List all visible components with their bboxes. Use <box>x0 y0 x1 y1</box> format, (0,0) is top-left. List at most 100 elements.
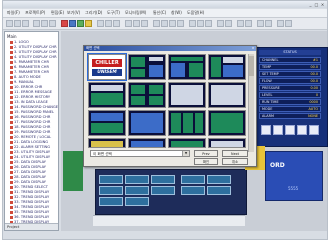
background-cell <box>125 186 149 195</box>
menu-tools[interactable]: 도구(T) <box>107 10 120 16</box>
align-left-icon[interactable] <box>125 20 132 27</box>
switch-tool-icon[interactable] <box>197 20 204 27</box>
menu-edit[interactable]: 편집(E) <box>51 10 64 16</box>
menu-icon[interactable] <box>285 125 295 135</box>
new-icon[interactable] <box>6 20 13 27</box>
chevron-down-icon[interactable]: ▼ <box>182 151 189 156</box>
menu-project[interactable]: 프로젝트(P) <box>25 10 45 16</box>
upload-icon[interactable] <box>85 20 92 27</box>
thumbnail-screen[interactable] <box>128 138 166 148</box>
stop-icon[interactable] <box>61 20 68 27</box>
maximize-button[interactable]: □ <box>314 2 319 7</box>
menu-window[interactable]: 창(W) <box>171 10 182 16</box>
close-button[interactable]: × <box>320 2 325 7</box>
thumb-block <box>195 113 203 133</box>
ungroup-icon[interactable] <box>245 20 252 27</box>
circle-tool-icon[interactable] <box>161 20 168 27</box>
thumbnail-screen[interactable] <box>128 110 166 136</box>
prev-button[interactable]: Prev <box>194 150 218 157</box>
rect-tool-icon[interactable] <box>153 20 160 27</box>
screen-icon <box>10 55 13 59</box>
alarm-icon[interactable] <box>297 125 307 135</box>
thumb-block <box>211 57 221 77</box>
background-cell <box>99 186 123 195</box>
bring-front-icon[interactable] <box>217 20 224 27</box>
tree-footer-tab[interactable]: Project <box>5 223 58 230</box>
scrollbar-thumb[interactable] <box>249 56 254 76</box>
menu-comm[interactable]: 통신(C) <box>153 10 166 16</box>
copy-icon[interactable] <box>41 20 48 27</box>
menu-draw[interactable]: 그리기(D) <box>85 10 102 16</box>
menu-monitoring[interactable]: 모니터링(M) <box>125 10 146 16</box>
text-tool-icon[interactable] <box>177 20 184 27</box>
status-row: FLOW 00.0 <box>259 78 321 84</box>
paste-icon[interactable] <box>49 20 56 27</box>
tree-root[interactable]: Main <box>7 34 17 39</box>
thumbnail-screen[interactable] <box>88 82 126 108</box>
group-icon[interactable] <box>237 20 244 27</box>
tree-item-label: 11. ERROR MESSAGE <box>14 90 53 94</box>
align-center-icon[interactable] <box>133 20 140 27</box>
thumb-block <box>131 57 145 67</box>
background-cell <box>207 186 231 195</box>
zoom-out-icon[interactable] <box>105 20 112 27</box>
menu-view[interactable]: 보기(V) <box>67 10 80 16</box>
layer-icon[interactable] <box>265 20 272 27</box>
simulate-icon[interactable] <box>277 20 284 27</box>
minimize-button[interactable]: _ <box>308 2 313 7</box>
ok-button[interactable]: 확인 <box>194 158 218 165</box>
thumbnail-screen[interactable] <box>208 138 246 148</box>
screen-icon <box>10 165 13 169</box>
dialog-scrollbar[interactable] <box>248 54 254 152</box>
thumbnail-screen[interactable] <box>168 138 206 148</box>
send-back-icon[interactable] <box>225 20 232 27</box>
thumbnail-screen[interactable] <box>208 54 246 80</box>
screen-icon <box>10 125 13 129</box>
lamp-tool-icon[interactable] <box>189 20 196 27</box>
thumb-block <box>149 85 163 94</box>
home-icon[interactable] <box>261 125 271 135</box>
thumbnail-screen[interactable] <box>128 82 166 108</box>
thumbnail-screen[interactable] <box>168 110 206 136</box>
next-icon[interactable] <box>309 125 319 135</box>
dialog-close-button[interactable]: × <box>251 46 255 50</box>
screen-icon <box>10 60 13 64</box>
screen-select-dropdown[interactable]: 이 화면 선택 ▼ <box>90 150 190 157</box>
run-icon[interactable] <box>69 20 76 27</box>
next-button[interactable]: Next <box>222 150 248 157</box>
numeric-tool-icon[interactable] <box>205 20 212 27</box>
grid-icon[interactable] <box>113 20 120 27</box>
back-icon[interactable] <box>273 125 283 135</box>
thumbnail-screen[interactable] <box>208 110 246 136</box>
menu-file[interactable]: 파일(F) <box>7 10 20 16</box>
line-tool-icon[interactable] <box>169 20 176 27</box>
properties-icon[interactable] <box>257 20 264 27</box>
thumbnail-screen[interactable] <box>168 82 206 108</box>
align-right-icon[interactable] <box>141 20 148 27</box>
toolbar <box>3 18 327 30</box>
status-value: NONE <box>308 114 318 118</box>
open-icon[interactable] <box>14 20 21 27</box>
thumbnail-screen[interactable] <box>168 54 206 80</box>
thumbnail-logo[interactable]: CHILLER UNISEM <box>87 53 127 81</box>
status-label: TEMP <box>262 65 272 69</box>
download-icon[interactable] <box>77 20 84 27</box>
thumbnail-screen[interactable] <box>128 54 166 80</box>
zoom-in-icon[interactable] <box>97 20 104 27</box>
cut-icon[interactable] <box>33 20 40 27</box>
tree-item-label: 32. TREND DISPLAY <box>14 195 50 199</box>
tree-item-label: 4. UTILITY DISPLAY CHR <box>14 55 57 59</box>
tree-item-label: 23. UTILITY DISPLAY <box>14 150 51 154</box>
thumbnail-screen[interactable] <box>88 110 126 136</box>
thumb-block <box>211 141 243 147</box>
thumbnail-screen[interactable] <box>88 138 126 148</box>
menu-bar: 파일(F) 프로젝트(P) 편집(E) 보기(V) 그리기(D) 도구(T) 모… <box>3 9 327 18</box>
screen-icon <box>10 40 13 44</box>
thumbnail-screen[interactable] <box>208 82 246 108</box>
screen-icon <box>10 215 13 219</box>
save-icon[interactable] <box>22 20 29 27</box>
monitor-icon[interactable] <box>285 20 292 27</box>
menu-help[interactable]: 도움말(H) <box>187 10 204 16</box>
thumb-block <box>131 85 145 94</box>
cancel-button[interactable]: 취소 <box>222 158 248 165</box>
